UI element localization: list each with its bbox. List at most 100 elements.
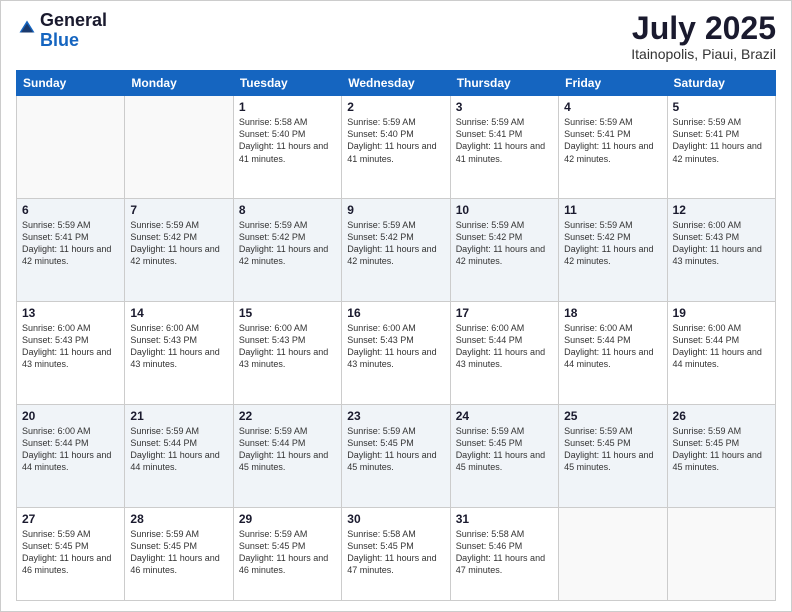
table-row: 2 Sunrise: 5:59 AM Sunset: 5:40 PM Daylig… [342, 96, 450, 199]
day-info: Sunrise: 5:59 AM Sunset: 5:42 PM Dayligh… [239, 219, 336, 268]
table-row: 8 Sunrise: 5:59 AM Sunset: 5:42 PM Daylig… [233, 199, 341, 302]
day-info: Sunrise: 6:00 AM Sunset: 5:43 PM Dayligh… [673, 219, 770, 268]
month-title: July 2025 [631, 11, 776, 46]
day-number: 5 [673, 100, 770, 114]
day-number: 22 [239, 409, 336, 423]
day-info: Sunrise: 6:00 AM Sunset: 5:44 PM Dayligh… [456, 322, 553, 371]
table-row: 30 Sunrise: 5:58 AM Sunset: 5:45 PM Dayli… [342, 507, 450, 601]
calendar-week-row: 1 Sunrise: 5:58 AM Sunset: 5:40 PM Daylig… [17, 96, 776, 199]
day-number: 4 [564, 100, 661, 114]
table-row: 20 Sunrise: 6:00 AM Sunset: 5:44 PM Dayli… [17, 404, 125, 507]
day-number: 10 [456, 203, 553, 217]
calendar-week-row: 27Sunrise: 5:59 AM Sunset: 5:45 PM Dayli… [17, 507, 776, 601]
table-row: 17 Sunrise: 6:00 AM Sunset: 5:44 PM Dayli… [450, 301, 558, 404]
title-block: July 2025 Itainopolis, Piaui, Brazil [631, 11, 776, 62]
day-info: Sunrise: 5:59 AM Sunset: 5:42 PM Dayligh… [347, 219, 444, 268]
table-row: 11 Sunrise: 5:59 AM Sunset: 5:42 PM Dayli… [559, 199, 667, 302]
table-row: 22 Sunrise: 5:59 AM Sunset: 5:44 PM Dayli… [233, 404, 341, 507]
day-number: 2 [347, 100, 444, 114]
day-info: Sunrise: 5:59 AM Sunset: 5:40 PM Dayligh… [347, 116, 444, 165]
day-info: Sunrise: 5:59 AM Sunset: 5:45 PM Dayligh… [564, 425, 661, 474]
day-info: Sunrise: 6:00 AM Sunset: 5:44 PM Dayligh… [564, 322, 661, 371]
day-info: Sunrise: 6:00 AM Sunset: 5:44 PM Dayligh… [673, 322, 770, 371]
logo-blue-text: Blue [40, 31, 107, 51]
day-info: Sunrise: 6:00 AM Sunset: 5:44 PM Dayligh… [22, 425, 119, 474]
header: General Blue July 2025 Itainopolis, Piau… [16, 11, 776, 62]
day-number: 6 [22, 203, 119, 217]
logo-icon [18, 19, 36, 37]
day-number: 3 [456, 100, 553, 114]
day-info: Sunrise: 5:59 AM Sunset: 5:41 PM Dayligh… [673, 116, 770, 165]
table-row: 25 Sunrise: 5:59 AM Sunset: 5:45 PM Dayli… [559, 404, 667, 507]
day-number: 28 [130, 512, 227, 526]
day-number: 1 [239, 100, 336, 114]
table-row: 5 Sunrise: 5:59 AM Sunset: 5:41 PM Daylig… [667, 96, 775, 199]
table-row: 13 Sunrise: 6:00 AM Sunset: 5:43 PM Dayli… [17, 301, 125, 404]
table-row: 24 Sunrise: 5:59 AM Sunset: 5:45 PM Dayli… [450, 404, 558, 507]
day-number: 26 [673, 409, 770, 423]
day-number: 19 [673, 306, 770, 320]
day-info: Sunrise: 5:58 AM Sunset: 5:45 PM Dayligh… [347, 528, 444, 577]
logo-general-text: General [40, 11, 107, 31]
table-row: 18 Sunrise: 6:00 AM Sunset: 5:44 PM Dayli… [559, 301, 667, 404]
day-number: 31 [456, 512, 553, 526]
day-info: Sunrise: 5:58 AM Sunset: 5:40 PM Dayligh… [239, 116, 336, 165]
day-info: Sunrise: 5:58 AM Sunset: 5:46 PM Dayligh… [456, 528, 553, 577]
table-row: 27Sunrise: 5:59 AM Sunset: 5:45 PM Dayli… [17, 507, 125, 601]
col-saturday: Saturday [667, 71, 775, 96]
day-info: Sunrise: 6:00 AM Sunset: 5:43 PM Dayligh… [347, 322, 444, 371]
day-number: 15 [239, 306, 336, 320]
day-info: Sunrise: 5:59 AM Sunset: 5:41 PM Dayligh… [564, 116, 661, 165]
calendar-week-row: 6 Sunrise: 5:59 AM Sunset: 5:41 PM Daylig… [17, 199, 776, 302]
day-number: 30 [347, 512, 444, 526]
calendar: Sunday Monday Tuesday Wednesday Thursday… [16, 70, 776, 601]
day-info: Sunrise: 5:59 AM Sunset: 5:45 PM Dayligh… [456, 425, 553, 474]
day-info: Sunrise: 5:59 AM Sunset: 5:45 PM Dayligh… [130, 528, 227, 577]
day-number: 18 [564, 306, 661, 320]
location: Itainopolis, Piaui, Brazil [631, 46, 776, 62]
day-number: 14 [130, 306, 227, 320]
col-sunday: Sunday [17, 71, 125, 96]
table-row: 31 Sunrise: 5:58 AM Sunset: 5:46 PM Dayli… [450, 507, 558, 601]
calendar-header-row: Sunday Monday Tuesday Wednesday Thursday… [17, 71, 776, 96]
table-row [559, 507, 667, 601]
table-row: 3Sunrise: 5:59 AM Sunset: 5:41 PM Daylig… [450, 96, 558, 199]
table-row: 16Sunrise: 6:00 AM Sunset: 5:43 PM Dayli… [342, 301, 450, 404]
col-wednesday: Wednesday [342, 71, 450, 96]
table-row: 6 Sunrise: 5:59 AM Sunset: 5:41 PM Daylig… [17, 199, 125, 302]
day-info: Sunrise: 5:59 AM Sunset: 5:42 PM Dayligh… [456, 219, 553, 268]
day-number: 17 [456, 306, 553, 320]
day-number: 24 [456, 409, 553, 423]
calendar-week-row: 13 Sunrise: 6:00 AM Sunset: 5:43 PM Dayli… [17, 301, 776, 404]
day-number: 21 [130, 409, 227, 423]
day-info: Sunrise: 5:59 AM Sunset: 5:42 PM Dayligh… [130, 219, 227, 268]
table-row: 14 Sunrise: 6:00 AM Sunset: 5:43 PM Dayli… [125, 301, 233, 404]
col-thursday: Thursday [450, 71, 558, 96]
day-number: 25 [564, 409, 661, 423]
table-row [17, 96, 125, 199]
day-number: 8 [239, 203, 336, 217]
day-info: Sunrise: 5:59 AM Sunset: 5:45 PM Dayligh… [673, 425, 770, 474]
day-info: Sunrise: 5:59 AM Sunset: 5:42 PM Dayligh… [564, 219, 661, 268]
logo: General Blue [16, 11, 107, 51]
day-info: Sunrise: 6:00 AM Sunset: 5:43 PM Dayligh… [239, 322, 336, 371]
table-row: 21Sunrise: 5:59 AM Sunset: 5:44 PM Dayli… [125, 404, 233, 507]
day-number: 13 [22, 306, 119, 320]
col-tuesday: Tuesday [233, 71, 341, 96]
day-number: 11 [564, 203, 661, 217]
table-row [667, 507, 775, 601]
day-number: 29 [239, 512, 336, 526]
day-info: Sunrise: 6:00 AM Sunset: 5:43 PM Dayligh… [22, 322, 119, 371]
day-info: Sunrise: 5:59 AM Sunset: 5:41 PM Dayligh… [22, 219, 119, 268]
day-info: Sunrise: 5:59 AM Sunset: 5:44 PM Dayligh… [239, 425, 336, 474]
day-info: Sunrise: 6:00 AM Sunset: 5:43 PM Dayligh… [130, 322, 227, 371]
table-row: 4 Sunrise: 5:59 AM Sunset: 5:41 PM Daylig… [559, 96, 667, 199]
table-row: 9Sunrise: 5:59 AM Sunset: 5:42 PM Daylig… [342, 199, 450, 302]
table-row: 1 Sunrise: 5:58 AM Sunset: 5:40 PM Daylig… [233, 96, 341, 199]
day-info: Sunrise: 5:59 AM Sunset: 5:45 PM Dayligh… [347, 425, 444, 474]
day-number: 12 [673, 203, 770, 217]
table-row: 29 Sunrise: 5:59 AM Sunset: 5:45 PM Dayli… [233, 507, 341, 601]
day-number: 20 [22, 409, 119, 423]
day-info: Sunrise: 5:59 AM Sunset: 5:45 PM Dayligh… [239, 528, 336, 577]
table-row: 23Sunrise: 5:59 AM Sunset: 5:45 PM Dayli… [342, 404, 450, 507]
